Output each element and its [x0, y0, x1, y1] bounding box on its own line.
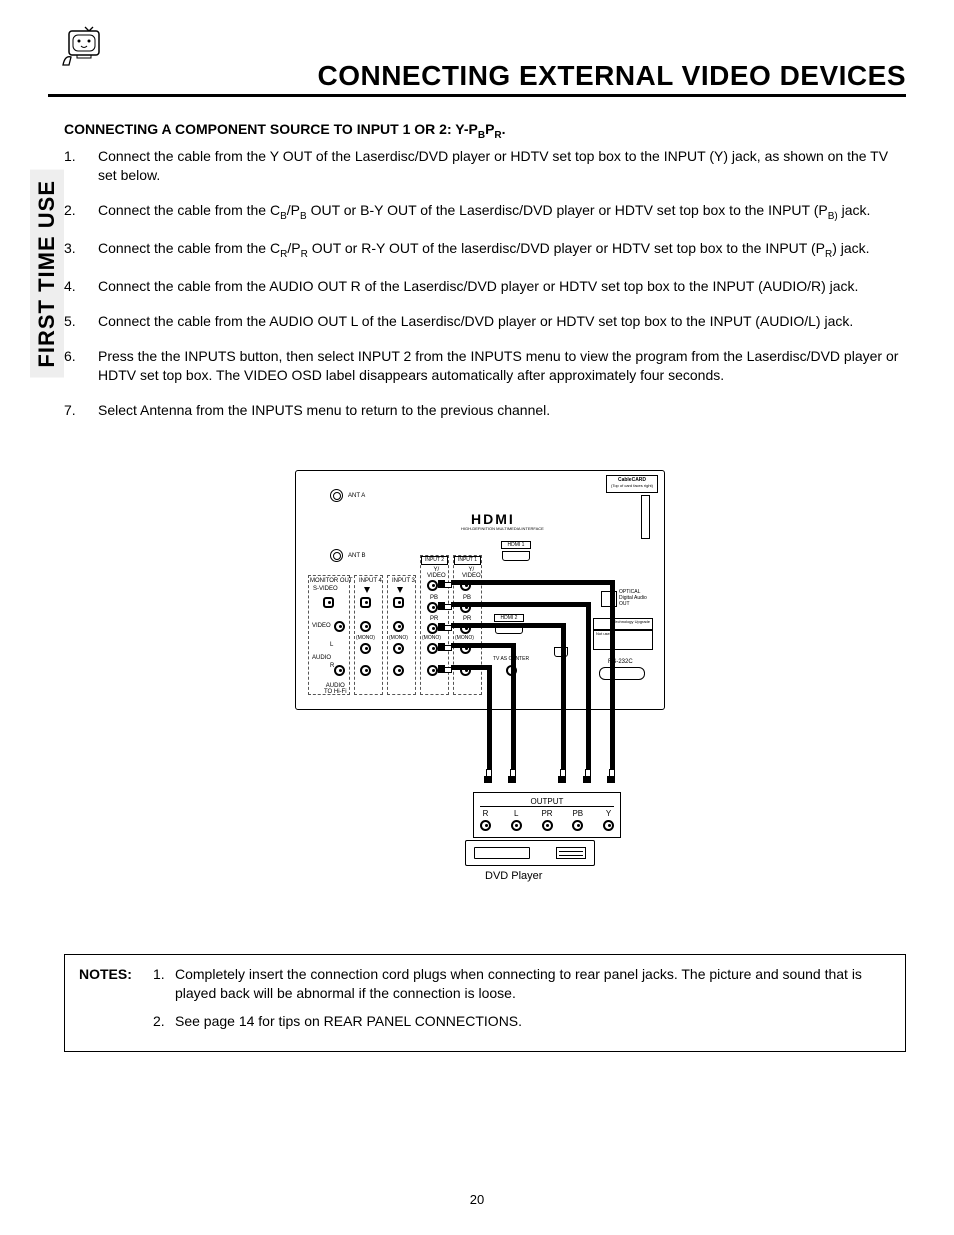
page-title: CONNECTING EXTERNAL VIDEO DEVICES [48, 60, 906, 97]
list-item: 3.Connect the cable from the CR/PR OUT o… [64, 239, 906, 261]
input2-pr-jack [427, 623, 438, 634]
list-item: 2.See page 14 for tips on REAR PANEL CON… [153, 1012, 891, 1031]
list-item: 1.Connect the cable from the Y OUT of th… [64, 147, 906, 185]
list-item: 2.Connect the cable from the CB/PB OUT o… [64, 201, 906, 223]
instruction-list: 1.Connect the cable from the Y OUT of th… [64, 147, 906, 420]
vertical-tab-label: FIRST TIME USE [30, 170, 64, 378]
section-heading: CONNECTING A COMPONENT SOURCE TO INPUT 1… [64, 121, 906, 141]
list-item: 6.Press the the INPUTS button, then sele… [64, 347, 906, 385]
page-number: 20 [0, 1192, 954, 1207]
input2-y-jack [427, 580, 438, 591]
list-item: 5.Connect the cable from the AUDIO OUT L… [64, 312, 906, 331]
input2-audio-r-jack [427, 665, 438, 676]
dvd-output-panel: OUTPUT R L PR PB Y [473, 792, 621, 838]
list-item: 7.Select Antenna from the INPUTS menu to… [64, 401, 906, 420]
hdmi-logo-icon: HDMI [471, 511, 515, 527]
mascot-icon [55, 25, 103, 69]
connection-diagram: ANT A ANT B CableCARD (Top of card faces… [285, 470, 685, 930]
notes-label: NOTES: [79, 965, 139, 1042]
cablecard-slot: CableCARD (Top of card faces right) [606, 475, 658, 493]
ant-b-jack [330, 549, 343, 562]
ant-a-jack [330, 489, 343, 502]
dvd-player-icon [465, 840, 595, 866]
input2-audio-l-jack [427, 643, 438, 654]
input2-pb-jack [427, 602, 438, 613]
notes-box: NOTES: 1.Completely insert the connectio… [64, 954, 906, 1053]
list-item: 4.Connect the cable from the AUDIO OUT R… [64, 277, 906, 296]
list-item: 1.Completely insert the connection cord … [153, 965, 891, 1003]
device-label: DVD Player [485, 870, 542, 882]
cablecard-port [641, 495, 650, 539]
hdmi1-port [502, 551, 530, 561]
